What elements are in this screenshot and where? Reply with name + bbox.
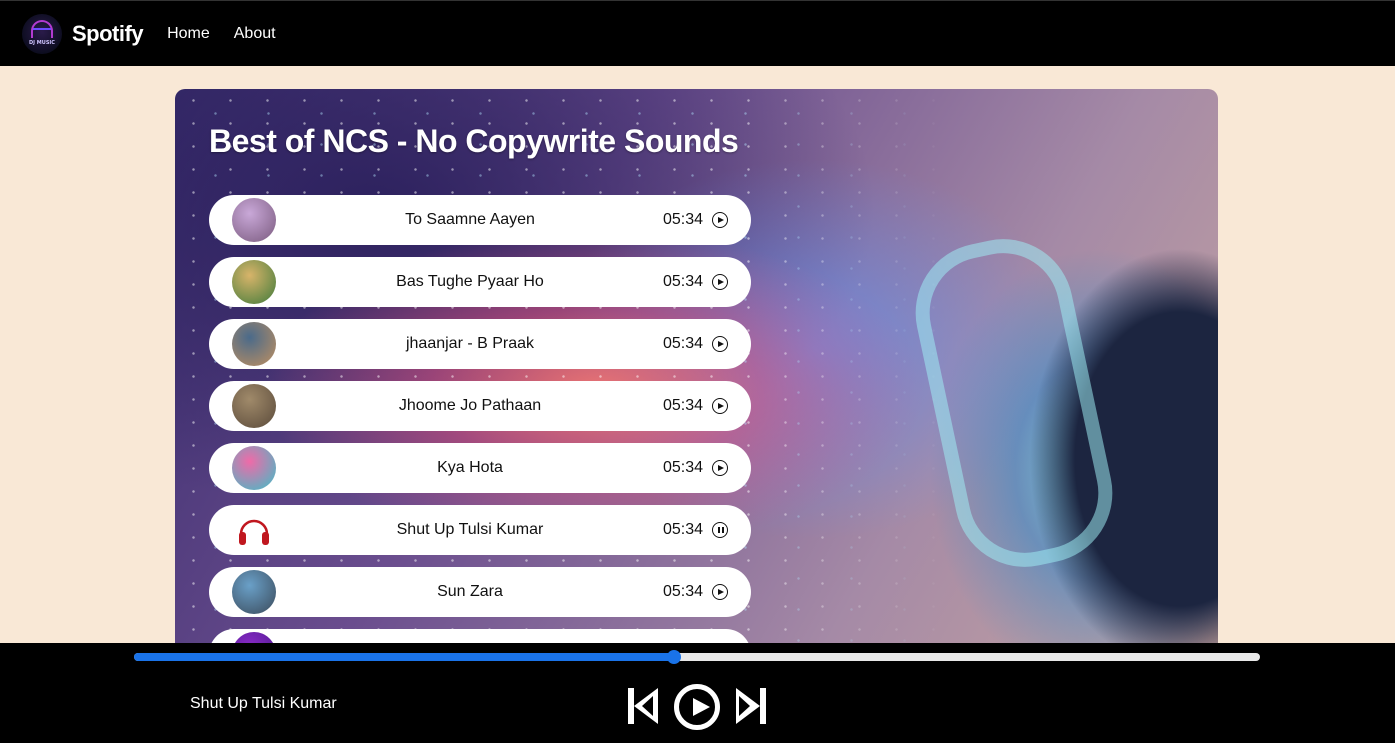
song-duration: 05:34	[663, 397, 704, 414]
play-circle-icon[interactable]	[712, 274, 728, 290]
song-cover-image	[232, 508, 276, 552]
skip-next-icon[interactable]	[734, 688, 766, 724]
song-title: jhaanjar - B Praak	[405, 335, 535, 352]
song-duration: 05:34	[663, 459, 704, 476]
navbar: DJ MUSIC Spotify Home About	[0, 0, 1395, 66]
song-cover-image	[232, 322, 276, 366]
song-item[interactable]: Sun Zara 05:34	[209, 567, 751, 617]
song-item[interactable]: Bas Tughe Pyaar Ho 05:34	[209, 257, 751, 307]
song-duration: 05:34	[663, 335, 704, 352]
song-item[interactable]: jhaanjar - B Praak 05:34	[209, 319, 751, 369]
progress-fill	[134, 653, 675, 661]
song-duration: 05:34	[663, 273, 704, 290]
song-title: Bas Tughe Pyaar Ho	[396, 273, 544, 290]
song-item[interactable]: Kya Hota 05:34	[209, 443, 751, 493]
song-title: Kya Hota	[437, 459, 503, 476]
play-circle-icon[interactable]	[712, 398, 728, 414]
song-title: Jhoome Jo Pathaan	[398, 397, 542, 414]
song-cover-image	[232, 570, 276, 614]
play-circle-icon[interactable]	[712, 336, 728, 352]
song-item[interactable]: Shut Up Tulsi Kumar 05:34	[209, 505, 751, 555]
now-playing-title: Shut Up Tulsi Kumar	[190, 695, 337, 712]
song-cover-image	[232, 198, 276, 242]
playlist-title: Best of NCS - No Copywrite Sounds	[209, 123, 739, 159]
song-duration: 05:34	[663, 583, 704, 600]
skip-previous-icon[interactable]	[628, 688, 660, 724]
song-list: To Saamne Aayen 05:34 Bas Tughe Pyaar Ho 05…	[209, 195, 751, 689]
playlist-container: Best of NCS - No Copywrite Sounds To Saa…	[175, 89, 1218, 689]
player-bar: Shut Up Tulsi Kumar	[0, 643, 1395, 743]
song-title: Shut Up Tulsi Kumar	[396, 521, 544, 538]
dj-music-logo[interactable]: DJ MUSIC	[22, 13, 62, 54]
song-cover-image	[232, 384, 276, 428]
progress-thumb[interactable]	[667, 650, 682, 664]
brand-name[interactable]: Spotify	[72, 21, 144, 47]
soundwave-icon	[33, 27, 51, 34]
song-cover-image	[232, 446, 276, 490]
play-circle-icon[interactable]	[712, 212, 728, 228]
song-item[interactable]: To Saamne Aayen 05:34	[209, 195, 751, 245]
song-item[interactable]: Jhoome Jo Pathaan 05:34	[209, 381, 751, 431]
logo-text: DJ MUSIC	[29, 39, 55, 46]
song-duration: 05:34	[663, 521, 704, 538]
nav-link-about[interactable]: About	[234, 25, 276, 43]
song-duration: 05:34	[663, 211, 704, 228]
pause-circle-icon[interactable]	[712, 522, 728, 538]
playback-controls	[628, 684, 768, 734]
progress-bar[interactable]	[134, 650, 1260, 664]
song-title: Sun Zara	[437, 583, 503, 600]
play-circle-icon[interactable]	[712, 584, 728, 600]
play-circle-icon[interactable]	[712, 460, 728, 476]
song-cover-image	[232, 260, 276, 304]
nav-link-home[interactable]: Home	[167, 25, 210, 43]
play-circle-icon[interactable]	[674, 684, 720, 730]
song-title: To Saamne Aayen	[405, 211, 535, 228]
